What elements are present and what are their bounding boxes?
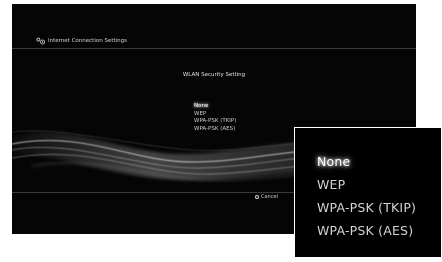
cancel-button[interactable]: Cancel: [255, 194, 278, 200]
network-settings-icon: [36, 37, 45, 45]
zoom-option-wep[interactable]: WEP: [317, 173, 416, 196]
option-wpa-psk-aes[interactable]: WPA-PSK (AES): [194, 126, 236, 134]
page-title: Internet Connection Settings: [48, 38, 128, 44]
zoom-option-none[interactable]: None: [317, 150, 416, 173]
option-wpa-psk-tkip[interactable]: WPA-PSK (TKIP): [194, 118, 236, 126]
circle-button-icon: [255, 195, 259, 199]
zoom-option-wpa-psk-aes[interactable]: WPA-PSK (AES): [317, 219, 416, 242]
security-option-list: None WEP WPA-PSK (TKIP) WPA-PSK (AES): [194, 103, 236, 133]
cancel-label: Cancel: [261, 194, 278, 200]
header-divider: [12, 48, 416, 49]
zoomed-option-callout: None WEP WPA-PSK (TKIP) WPA-PSK (AES): [294, 127, 442, 258]
section-title: WLAN Security Setting: [182, 72, 246, 78]
zoom-option-wpa-psk-tkip[interactable]: WPA-PSK (TKIP): [317, 196, 416, 219]
option-none[interactable]: None: [194, 103, 236, 111]
option-wep[interactable]: WEP: [194, 111, 236, 119]
zoomed-option-list: None WEP WPA-PSK (TKIP) WPA-PSK (AES): [317, 150, 416, 242]
